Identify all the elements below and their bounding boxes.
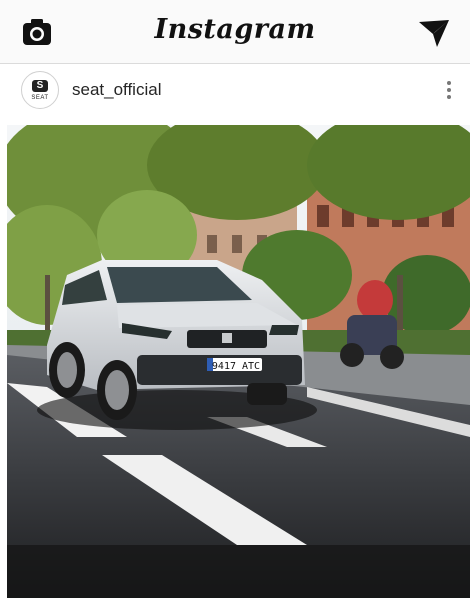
top-bar: Instagram (0, 0, 470, 64)
post-header: S SEAT seat_official (0, 66, 470, 122)
seat-logo-mark: S (32, 80, 48, 92)
post-username[interactable]: seat_official (72, 80, 161, 100)
send-direct-icon[interactable] (418, 18, 450, 48)
post-image[interactable]: 9417 ATC (7, 125, 470, 598)
avatar[interactable]: S SEAT (21, 71, 59, 109)
post-photo-car-street: 9417 ATC (7, 125, 470, 598)
license-plate-text: 9417 ATC (212, 361, 260, 372)
more-vertical-icon[interactable] (444, 78, 454, 104)
seat-logo-text: SEAT (31, 95, 49, 101)
app-logo: Instagram (154, 14, 316, 45)
